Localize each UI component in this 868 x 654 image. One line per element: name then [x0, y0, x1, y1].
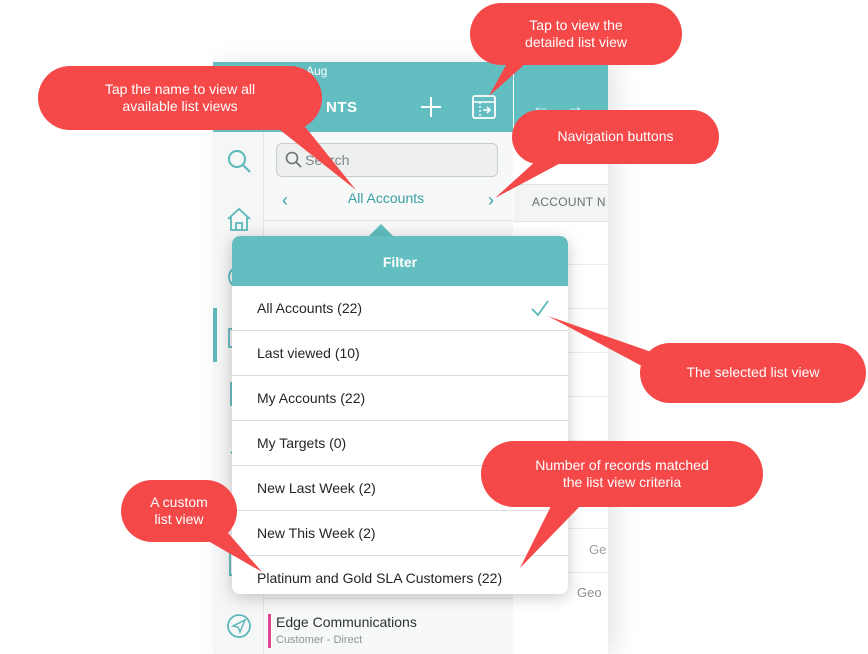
search-placeholder: Search — [305, 152, 350, 168]
checkmark-icon — [530, 298, 550, 318]
callout-line: Number of records matched — [535, 456, 709, 473]
popover-title: Filter — [382, 254, 418, 270]
list-view-option[interactable]: All Accounts (22) — [232, 286, 568, 331]
search-icon — [284, 150, 304, 170]
list-view-option[interactable]: New This Week (2) — [232, 511, 568, 556]
list-item-subtitle: Customer - Direct — [276, 634, 363, 646]
rail-active-indicator — [213, 308, 217, 362]
callout-selected-list-view: The selected list view — [640, 343, 866, 403]
list-view-name[interactable]: All Accounts — [300, 190, 472, 206]
callout-line: Navigation buttons — [557, 128, 674, 145]
callout-list-view-name: Tap the name to view all available list v… — [38, 66, 322, 130]
callout-navigation: Navigation buttons — [512, 110, 719, 164]
callout-line: detailed list view — [525, 34, 627, 50]
search-icon[interactable] — [225, 147, 255, 177]
list-view-option-label: New This Week (2) — [257, 525, 376, 541]
callout-detail-view: Tap to view the detailed list view — [470, 3, 682, 65]
callout-record-count: Number of records matched the list view c… — [481, 441, 763, 507]
previous-list-view-button[interactable]: ‹ — [276, 190, 294, 210]
callout-line: Tap to view the — [529, 16, 623, 33]
home-icon[interactable] — [225, 205, 255, 235]
list-view-option[interactable]: Platinum and Gold SLA Customers (22) — [232, 556, 568, 594]
callout-line: Tap the name to view all — [104, 80, 256, 97]
list-view-option-label: Last viewed (10) — [257, 345, 360, 361]
list-view-option-label: New Last Week (2) — [257, 480, 376, 496]
filter-popover: Filter All Accounts (22) Last viewed (10… — [232, 236, 568, 594]
list-view-option-label: My Targets (0) — [257, 435, 347, 451]
table-cell: Ge — [589, 542, 607, 557]
add-button[interactable] — [418, 94, 444, 120]
list-view-option[interactable]: Last viewed (10) — [232, 331, 568, 376]
detailed-list-view-button[interactable] — [470, 94, 498, 120]
list-view-option-label: My Accounts (22) — [257, 390, 366, 406]
list-view-option-label: Platinum and Gold SLA Customers (22) — [257, 570, 503, 586]
plus-icon — [421, 97, 441, 117]
record-color-bar — [268, 614, 271, 648]
list-item-name[interactable]: Edge Communications — [276, 614, 417, 630]
divider — [264, 220, 513, 221]
next-list-view-button[interactable]: › — [482, 190, 500, 210]
list-view-option[interactable]: My Accounts (22) — [232, 376, 568, 421]
callout-line: list view — [154, 511, 204, 527]
send-icon[interactable] — [225, 612, 255, 642]
page-title: NTS — [326, 99, 358, 116]
callout-line: available list views — [122, 98, 238, 114]
column-header-account-name[interactable]: ACCOUNT N — [532, 195, 606, 209]
callout-custom-list-view: A custom list view — [121, 480, 237, 542]
callout-line: the list view criteria — [562, 474, 682, 490]
list-view-options: All Accounts (22) Last viewed (10) My Ac… — [232, 286, 568, 594]
callout-line: A custom — [150, 493, 208, 510]
list-view-option-label: All Accounts (22) — [257, 300, 363, 316]
row-divider — [264, 598, 513, 599]
callout-line: The selected list view — [686, 364, 820, 381]
table-cell: Geo — [577, 585, 602, 600]
list-detail-icon — [472, 95, 496, 119]
